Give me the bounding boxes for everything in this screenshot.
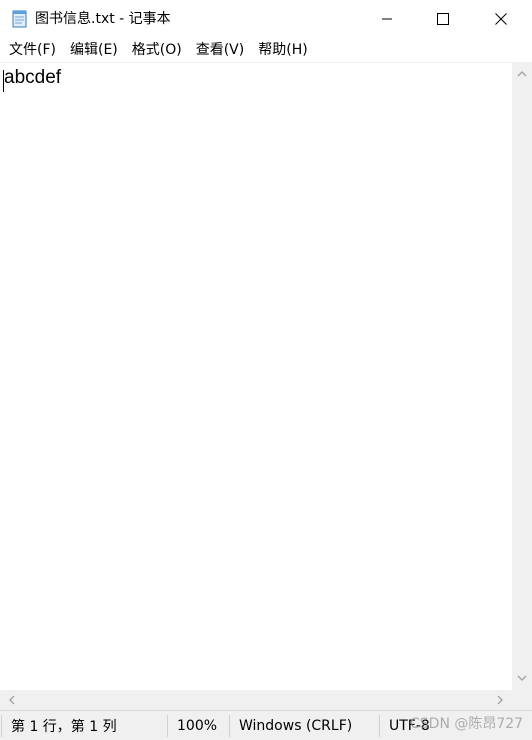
- editor-content: abcdef: [4, 67, 62, 88]
- notepad-icon[interactable]: [10, 9, 30, 29]
- title-bar[interactable]: 图书信息.txt - 记事本: [0, 0, 532, 38]
- scroll-right-icon[interactable]: [490, 690, 510, 710]
- status-separator: [379, 715, 380, 737]
- status-separator: [167, 715, 168, 737]
- menu-help[interactable]: 帮助(H): [251, 40, 314, 60]
- scroll-left-icon[interactable]: [2, 690, 22, 710]
- status-line-ending: Windows (CRLF): [239, 718, 353, 734]
- minimize-icon: [381, 13, 393, 25]
- menu-edit[interactable]: 编辑(E): [63, 40, 125, 60]
- text-editor[interactable]: abcdef: [0, 62, 512, 690]
- vertical-scrollbar[interactable]: [512, 62, 532, 690]
- maximize-button[interactable]: [414, 0, 472, 38]
- watermark: CSDN @陈昂727: [410, 716, 524, 732]
- minimize-button[interactable]: [358, 0, 416, 38]
- close-icon: [495, 13, 507, 25]
- text-caret: [3, 70, 4, 92]
- horizontal-scrollbar[interactable]: [0, 690, 512, 710]
- status-cursor-position: 第 1 行，第 1 列: [11, 719, 117, 735]
- menu-view[interactable]: 查看(V): [189, 40, 252, 60]
- scroll-down-icon[interactable]: [512, 668, 532, 688]
- scrollbar-corner: [512, 690, 532, 710]
- menu-file[interactable]: 文件(F): [2, 40, 63, 60]
- menu-bar: 文件(F) 编辑(E) 格式(O) 查看(V) 帮助(H): [0, 38, 532, 62]
- status-separator: [229, 715, 230, 737]
- scroll-up-icon[interactable]: [512, 64, 532, 84]
- menu-format[interactable]: 格式(O): [125, 40, 189, 60]
- window-title: 图书信息.txt - 记事本: [35, 11, 171, 27]
- status-separator: [1, 715, 2, 737]
- close-button[interactable]: [472, 0, 530, 38]
- maximize-icon: [437, 13, 449, 25]
- status-zoom: 100%: [177, 718, 218, 734]
